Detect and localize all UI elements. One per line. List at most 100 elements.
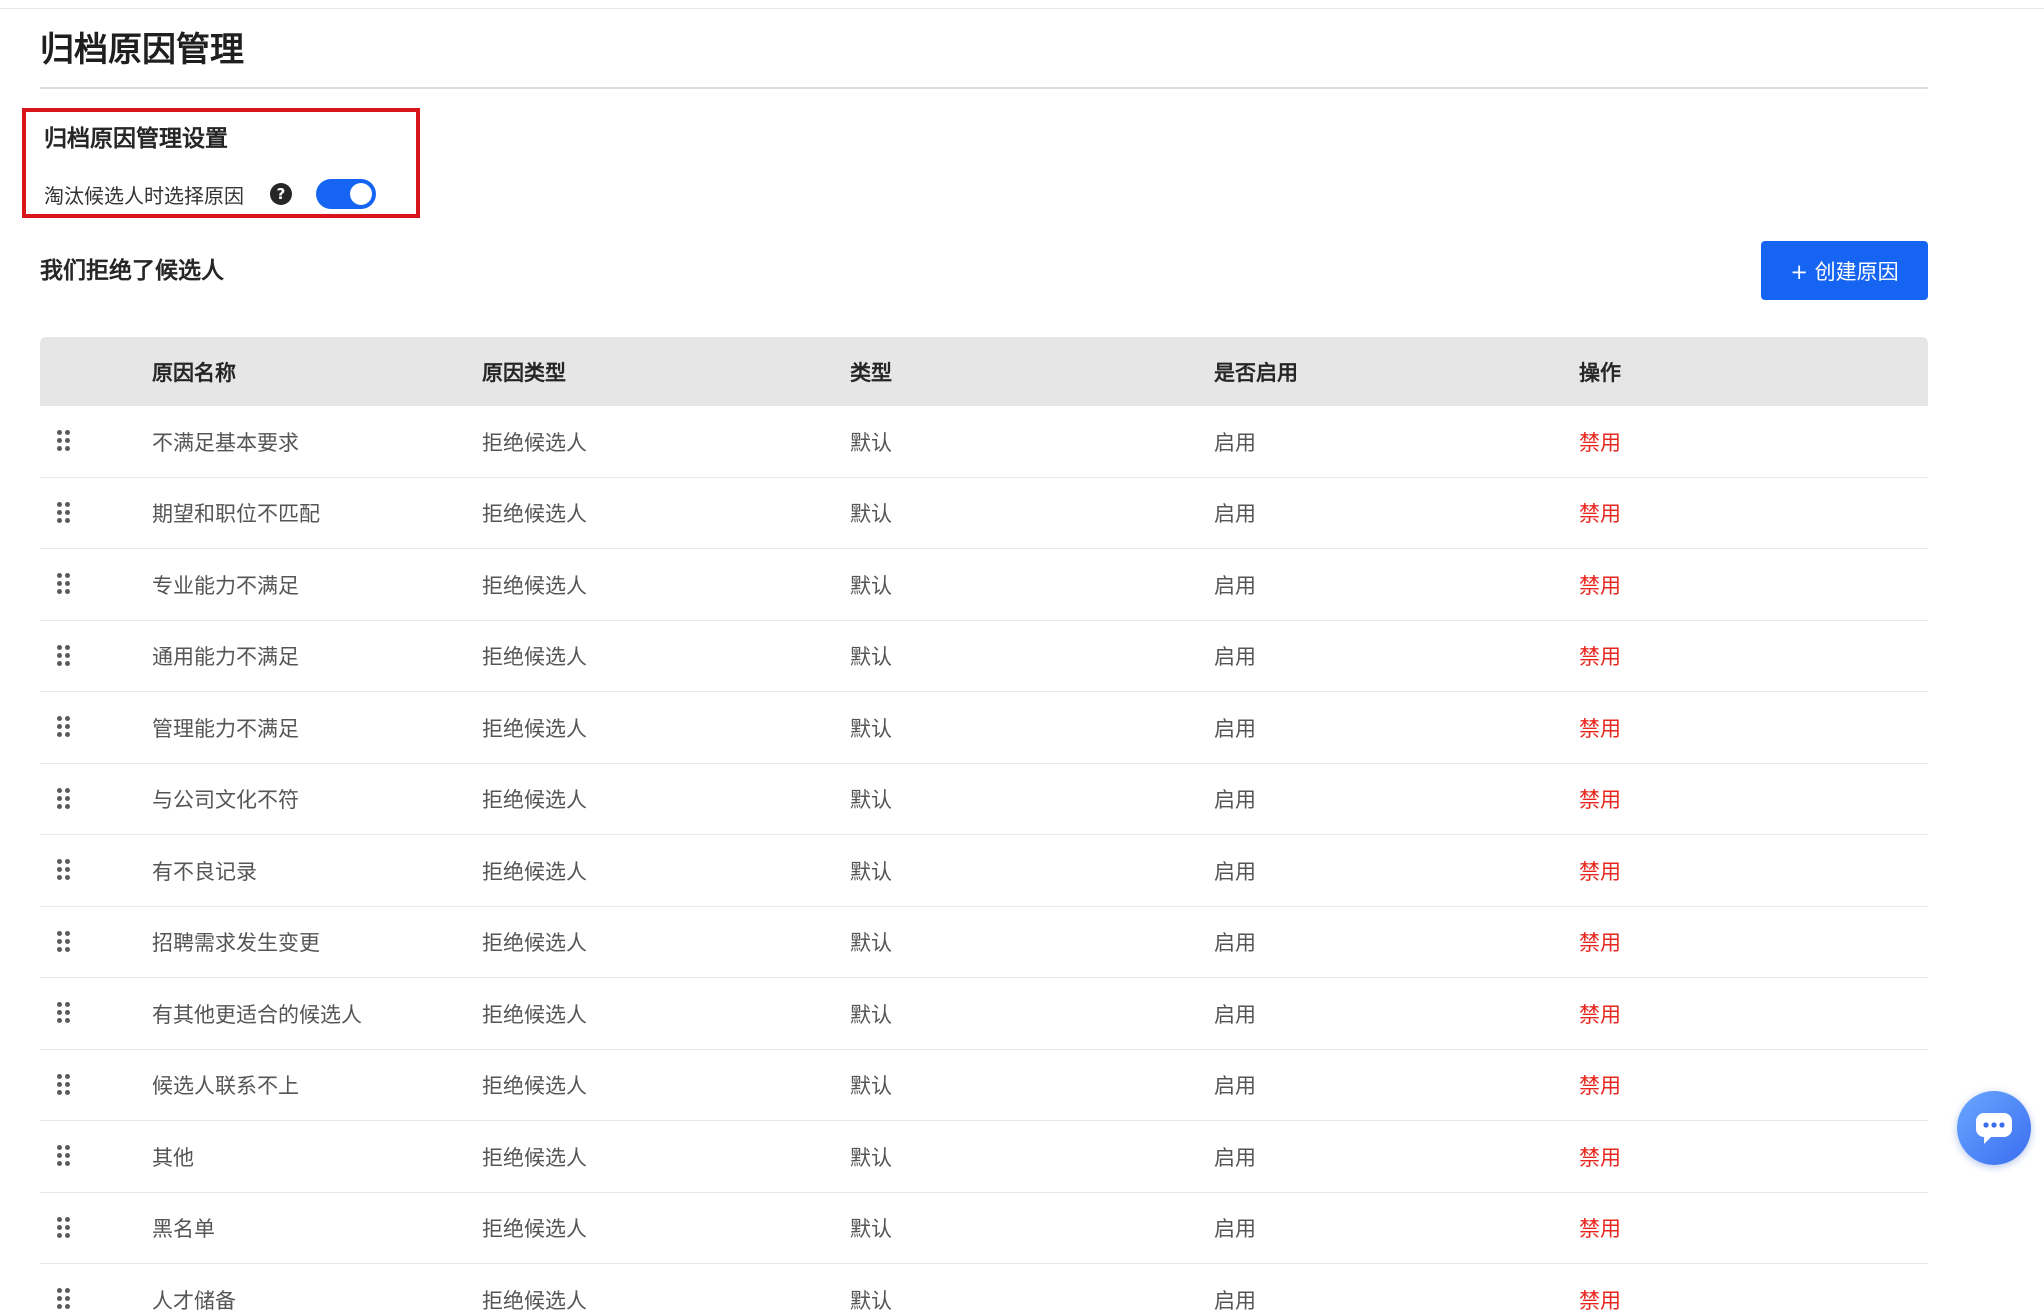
drag-handle-icon[interactable] <box>57 859 70 881</box>
disable-link[interactable]: 禁用 <box>1579 835 1621 906</box>
disable-link[interactable]: 禁用 <box>1579 907 1621 978</box>
column-header-action: 操作 <box>1579 360 1621 385</box>
chat-glyph <box>1976 1113 2012 1144</box>
type: 默认 <box>850 1074 892 1098</box>
disable-link[interactable]: 禁用 <box>1579 406 1621 477</box>
drag-handle-icon[interactable] <box>57 430 70 452</box>
disable-link[interactable]: 禁用 <box>1579 549 1621 620</box>
chat-bubble-icon[interactable] <box>1957 1091 2031 1165</box>
type: 默认 <box>850 788 892 812</box>
drag-handle-icon[interactable] <box>57 716 70 738</box>
enabled-status: 启用 <box>1214 1074 1256 1098</box>
enabled-status: 启用 <box>1214 1217 1256 1241</box>
column-header-enabled: 是否启用 <box>1214 360 1298 385</box>
type: 默认 <box>850 430 892 455</box>
reason-type: 拒绝候选人 <box>482 1145 587 1170</box>
type: 默认 <box>850 716 892 741</box>
settings-row: 淘汰候选人时选择原因 ? <box>44 178 376 210</box>
table-row: 通用能力不满足 拒绝候选人 默认 启用 禁用 <box>40 621 1928 692</box>
page: 归档原因管理 归档原因管理设置 淘汰候选人时选择原因 ? 我们拒绝了候选人 + … <box>0 0 2044 1315</box>
reason-type: 拒绝候选人 <box>482 430 587 455</box>
reason-type: 拒绝候选人 <box>482 931 587 955</box>
drag-handle-icon[interactable] <box>57 573 70 595</box>
table-row: 期望和职位不匹配 拒绝候选人 默认 启用 禁用 <box>40 478 1928 549</box>
type: 默认 <box>850 859 892 884</box>
reason-name: 有不良记录 <box>152 859 257 884</box>
disable-link[interactable]: 禁用 <box>1579 1264 1621 1315</box>
top-divider <box>0 8 2044 9</box>
settings-title: 归档原因管理设置 <box>44 126 228 152</box>
type: 默认 <box>850 502 892 526</box>
column-header-name: 原因名称 <box>152 360 236 385</box>
question-circle-icon[interactable]: ? <box>270 183 292 205</box>
reason-name: 有其他更适合的候选人 <box>152 1002 362 1027</box>
enabled-status: 启用 <box>1214 788 1256 812</box>
table-row: 有不良记录 拒绝候选人 默认 启用 禁用 <box>40 835 1928 907</box>
enabled-status: 启用 <box>1214 645 1256 669</box>
drag-handle-icon[interactable] <box>57 1288 70 1310</box>
disable-link[interactable]: 禁用 <box>1579 764 1621 835</box>
type: 默认 <box>850 1288 892 1313</box>
enabled-status: 启用 <box>1214 502 1256 526</box>
enabled-status: 启用 <box>1214 1288 1256 1313</box>
reason-type: 拒绝候选人 <box>482 502 587 526</box>
reason-toggle[interactable] <box>316 179 376 209</box>
enabled-status: 启用 <box>1214 1145 1256 1170</box>
title-divider <box>40 87 1928 89</box>
drag-handle-icon[interactable] <box>57 1145 70 1167</box>
drag-handle-icon[interactable] <box>57 1073 70 1096</box>
enabled-status: 启用 <box>1214 1002 1256 1027</box>
reason-type: 拒绝候选人 <box>482 1074 587 1098</box>
drag-handle-icon[interactable] <box>57 1216 70 1239</box>
enabled-status: 启用 <box>1214 430 1256 455</box>
table-row: 有其他更适合的候选人 拒绝候选人 默认 启用 禁用 <box>40 978 1928 1050</box>
column-header-type: 类型 <box>850 360 892 385</box>
reasons-table: 原因名称 原因类型 类型 是否启用 操作 不满足基本要求 拒绝候选人 默认 启用… <box>40 337 1928 1315</box>
create-reason-button[interactable]: + 创建原因 <box>1761 241 1928 300</box>
toggle-knob <box>350 183 372 205</box>
table-row: 与公司文化不符 拒绝候选人 默认 启用 禁用 <box>40 764 1928 835</box>
table-row: 专业能力不满足 拒绝候选人 默认 启用 禁用 <box>40 549 1928 621</box>
drag-handle-icon[interactable] <box>57 930 70 953</box>
reason-type: 拒绝候选人 <box>482 716 587 741</box>
enabled-status: 启用 <box>1214 859 1256 884</box>
type: 默认 <box>850 931 892 955</box>
enabled-status: 启用 <box>1214 716 1256 741</box>
type: 默认 <box>850 645 892 669</box>
reason-type: 拒绝候选人 <box>482 1217 587 1241</box>
table-row: 候选人联系不上 拒绝候选人 默认 启用 禁用 <box>40 1050 1928 1121</box>
reason-name: 期望和职位不匹配 <box>152 502 320 526</box>
disable-link[interactable]: 禁用 <box>1579 1193 1621 1264</box>
reason-type: 拒绝候选人 <box>482 645 587 669</box>
type: 默认 <box>850 1002 892 1027</box>
disable-link[interactable]: 禁用 <box>1579 1050 1621 1121</box>
disable-link[interactable]: 禁用 <box>1579 478 1621 549</box>
section-title: 我们拒绝了候选人 <box>40 258 224 284</box>
disable-link[interactable]: 禁用 <box>1579 1121 1621 1192</box>
drag-handle-icon[interactable] <box>57 644 70 667</box>
table-header: 原因名称 原因类型 类型 是否启用 操作 <box>40 337 1928 406</box>
type: 默认 <box>850 573 892 598</box>
reason-name: 黑名单 <box>152 1217 215 1241</box>
reason-name: 专业能力不满足 <box>152 573 299 598</box>
reason-name: 人才储备 <box>152 1288 236 1313</box>
drag-handle-icon[interactable] <box>57 1002 70 1024</box>
drag-handle-icon[interactable] <box>57 501 70 524</box>
disable-link[interactable]: 禁用 <box>1579 621 1621 692</box>
page-title: 归档原因管理 <box>40 30 244 70</box>
column-header-reason-type: 原因类型 <box>482 360 566 385</box>
settings-label: 淘汰候选人时选择原因 <box>44 183 244 208</box>
table-row: 不满足基本要求 拒绝候选人 默认 启用 禁用 <box>40 406 1928 478</box>
reason-type: 拒绝候选人 <box>482 1002 587 1027</box>
reason-type: 拒绝候选人 <box>482 573 587 598</box>
table-row: 其他 拒绝候选人 默认 启用 禁用 <box>40 1121 1928 1193</box>
table-row: 管理能力不满足 拒绝候选人 默认 启用 禁用 <box>40 692 1928 764</box>
disable-link[interactable]: 禁用 <box>1579 692 1621 763</box>
table-row: 招聘需求发生变更 拒绝候选人 默认 启用 禁用 <box>40 907 1928 978</box>
reason-name: 管理能力不满足 <box>152 716 299 741</box>
drag-handle-icon[interactable] <box>57 787 70 810</box>
disable-link[interactable]: 禁用 <box>1579 978 1621 1049</box>
reason-type: 拒绝候选人 <box>482 788 587 812</box>
reason-name: 与公司文化不符 <box>152 788 299 812</box>
type: 默认 <box>850 1217 892 1241</box>
